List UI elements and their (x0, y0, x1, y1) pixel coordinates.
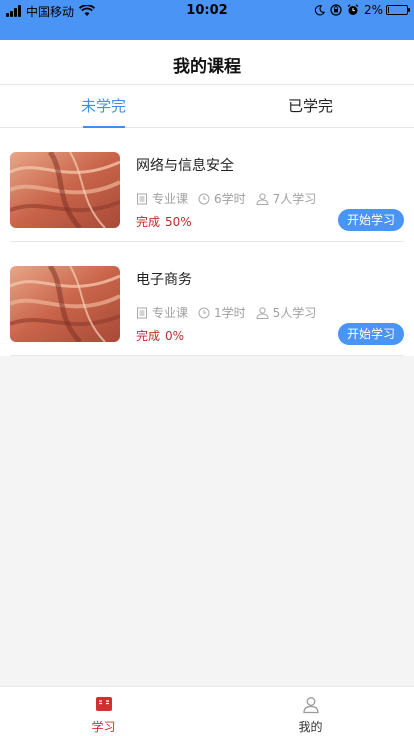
tab-label: 已学完 (287, 97, 333, 115)
course-meta: 专业课 6学时 7人学习 (136, 190, 326, 207)
status-right: 2% (309, 3, 410, 17)
clock-icon (198, 307, 210, 318)
start-learning-button[interactable]: 开始学习 (338, 323, 404, 345)
nav-bar: 我的课程 (0, 40, 414, 85)
document-icon (137, 193, 147, 204)
progress-label: 完成 (136, 215, 161, 229)
progress-value: 0% (165, 329, 185, 343)
course-category: 专业课 (152, 192, 189, 206)
progress-label: 完成 (136, 329, 161, 343)
course-learners: 7人学习 (272, 192, 317, 206)
clock-icon (198, 193, 210, 204)
hours-meta: 6学时 (198, 190, 246, 207)
category-meta: 专业课 (136, 304, 188, 321)
person-icon (256, 306, 269, 319)
alarm-icon (347, 4, 359, 15)
lock-rotation-icon (330, 4, 342, 16)
course-thumbnail (10, 152, 120, 228)
battery-percent: 2% (363, 3, 383, 17)
course-card[interactable]: 网络与信息安全 专业课 6学时 7人学习 完成 50% 开始学习 (10, 128, 404, 242)
course-list: 网络与信息安全 专业课 6学时 7人学习 完成 50% 开始学习 电子商务 专业… (0, 128, 414, 356)
course-category: 专业课 (152, 306, 189, 320)
category-meta: 专业课 (136, 190, 188, 207)
moon-icon (314, 4, 325, 15)
tabbar-item-mine[interactable]: 我的 (207, 687, 414, 736)
bottom-tabbar: 学习 我的 (0, 686, 414, 736)
status-bar: 中国移动 10:02 2% (0, 0, 414, 40)
battery-icon (386, 5, 410, 15)
course-hours: 1学时 (214, 306, 246, 320)
course-card[interactable]: 电子商务 专业课 1学时 5人学习 完成 0% 开始学习 (10, 242, 404, 356)
document-icon (137, 307, 147, 318)
progress-value: 50% (165, 215, 192, 229)
tab-unfinished[interactable]: 未学完 (0, 85, 207, 128)
course-learners: 5人学习 (272, 306, 317, 320)
course-title: 网络与信息安全 (136, 158, 234, 174)
hours-meta: 1学时 (198, 304, 246, 321)
start-learning-button[interactable]: 开始学习 (338, 209, 404, 231)
course-hours: 6学时 (214, 192, 246, 206)
course-meta: 专业课 1学时 5人学习 (136, 304, 326, 321)
tabbar-label: 学习 (91, 720, 116, 734)
tabbar-item-study[interactable]: 学习 (0, 687, 207, 736)
tab-label: 未学完 (80, 97, 126, 115)
user-icon (302, 697, 319, 714)
book-icon (95, 697, 112, 711)
course-progress: 完成 0% (136, 327, 184, 344)
learners-meta: 5人学习 (256, 304, 317, 321)
course-thumbnail (10, 266, 120, 342)
course-title: 电子商务 (136, 272, 192, 288)
course-progress: 完成 50% (136, 213, 192, 230)
person-icon (256, 192, 269, 205)
learners-meta: 7人学习 (256, 190, 317, 207)
course-tabs: 未学完 已学完 (0, 85, 414, 128)
tabbar-label: 我的 (298, 720, 323, 734)
tab-finished[interactable]: 已学完 (207, 85, 414, 127)
page-title: 我的课程 (173, 57, 241, 77)
